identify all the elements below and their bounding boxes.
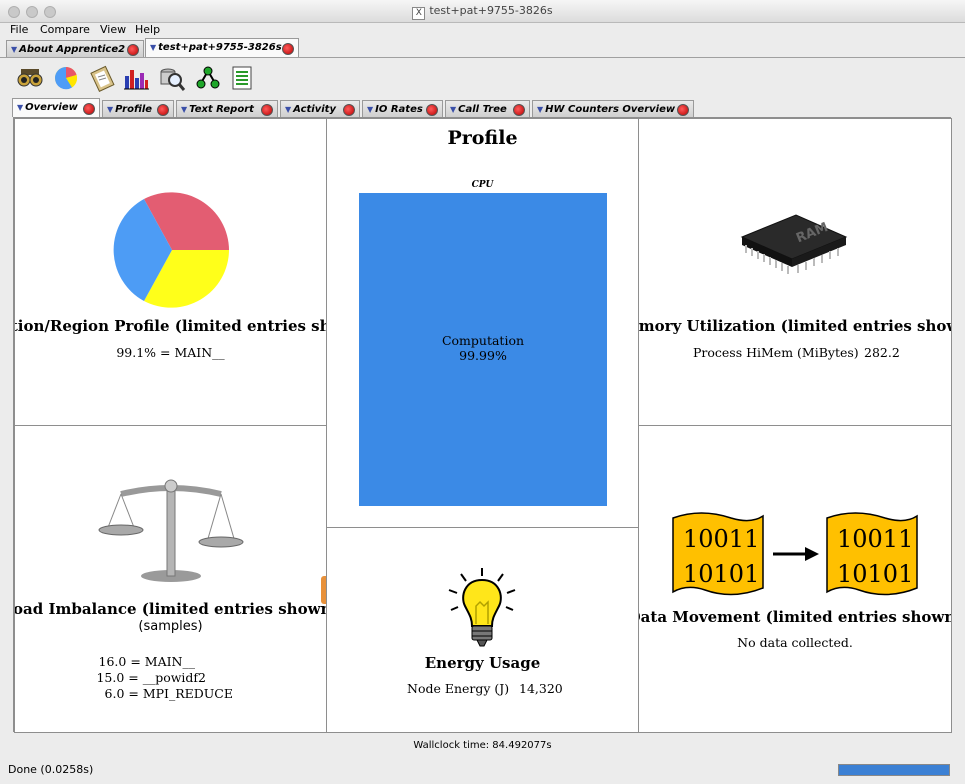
- x11-icon: X: [412, 7, 426, 20]
- load-imbalance-pane[interactable]: Load Imbalance (limited entries shown) (…: [14, 425, 327, 733]
- menu-file[interactable]: File: [10, 23, 28, 36]
- close-tab-icon[interactable]: [83, 103, 95, 115]
- wallclock-time: Wallclock time: 84.492077s: [413, 740, 552, 751]
- tab-test-pat[interactable]: ▼ test+pat+9755-3826s: [145, 38, 299, 57]
- load-imbalance-title: Load Imbalance (limited entries shown): [14, 600, 327, 618]
- tab-label: test+pat+9755-3826s: [158, 42, 282, 53]
- tab-label: Call Tree: [458, 104, 507, 115]
- view-tab-bar: ▼ Overview ▼ Profile ▼ Text Report ▼ Activit…: [0, 98, 965, 118]
- tab-menu-triangle-icon: ▼: [367, 105, 374, 114]
- close-tab-icon[interactable]: [677, 104, 689, 116]
- close-tab-icon[interactable]: [343, 104, 355, 116]
- close-tab-icon[interactable]: [127, 44, 139, 56]
- computation-bar[interactable]: Computation 99.99%: [359, 193, 607, 506]
- histogram-icon[interactable]: [122, 64, 150, 92]
- window-titlebar: Xtest+pat+9755-3826s: [0, 0, 965, 23]
- binary-line: 10011: [683, 525, 760, 553]
- profile-bar-label: CPU: [471, 180, 494, 190]
- tab-label: About Apprentice2: [19, 44, 126, 55]
- pie-chart-icon: [113, 192, 229, 308]
- tab-menu-triangle-icon: ▼: [107, 105, 114, 114]
- energy-value: 14,320: [519, 681, 563, 696]
- function-profile-title: Function/Region Profile (limited entries…: [15, 317, 326, 335]
- tab-label: Activity: [293, 104, 336, 115]
- function-profile-pane[interactable]: Function/Region Profile (limited entries…: [14, 118, 327, 426]
- data-movement-message: No data collected.: [737, 635, 853, 650]
- progress-bar: [838, 764, 950, 776]
- binary-line: 10101: [837, 560, 914, 588]
- tab-activity[interactable]: ▼ Activity: [280, 100, 360, 117]
- menu-help[interactable]: Help: [135, 23, 160, 36]
- energy-title: Energy Usage: [424, 654, 541, 672]
- status-text: Done (0.0258s): [8, 763, 94, 776]
- tab-hw-counters-overview[interactable]: ▼ HW Counters Overview: [532, 100, 694, 117]
- load-imbalance-subtitle: (samples): [138, 619, 203, 634]
- load-imbalance-entry: 16.0 = MAIN__: [98, 654, 195, 669]
- pie-chart-icon[interactable]: [52, 64, 80, 92]
- tab-menu-triangle-icon: ▼: [285, 105, 292, 114]
- tab-label: Text Report: [189, 104, 254, 115]
- tab-menu-triangle-icon: ▼: [11, 45, 18, 54]
- memory-utilization-pane[interactable]: RAM Memory Utilization (limited entries …: [638, 118, 952, 426]
- memory-title: Memory Utilization (limited entries show…: [638, 317, 951, 335]
- tab-menu-triangle-icon: ▼: [450, 105, 457, 114]
- tab-label: IO Rates: [375, 104, 423, 115]
- computation-label: Computation: [441, 333, 525, 348]
- binary-line: 10101: [683, 560, 760, 588]
- tab-menu-triangle-icon: ▼: [17, 103, 24, 112]
- window-title: Xtest+pat+9755-3826s: [0, 4, 965, 20]
- balance-scale-icon: [98, 479, 244, 582]
- memory-value: 282.2: [864, 345, 900, 360]
- tab-menu-triangle-icon: ▼: [537, 105, 544, 114]
- close-tab-icon[interactable]: [157, 104, 169, 116]
- profile-pane[interactable]: Profile CPU Computation 99.99%: [326, 118, 639, 528]
- load-imbalance-entry: 6.0 = MPI_REDUCE: [104, 686, 233, 701]
- data-movement-pane[interactable]: 10011 10101 10011 10101 Data Movement (l…: [638, 425, 952, 733]
- tab-label: Profile: [115, 104, 153, 115]
- tab-menu-triangle-icon: ▼: [181, 105, 188, 114]
- close-tab-icon[interactable]: [261, 104, 273, 116]
- load-imbalance-entry: 15.0 = __powidf2: [96, 670, 206, 685]
- tab-label: HW Counters Overview: [545, 104, 676, 115]
- lightbulb-icon: [448, 568, 516, 647]
- overview-panel: Function/Region Profile (limited entries…: [13, 117, 952, 733]
- tab-menu-triangle-icon: ▼: [150, 43, 157, 52]
- tab-about-apprentice2[interactable]: ▼ About Apprentice2: [6, 40, 144, 57]
- tree-icon[interactable]: [194, 64, 222, 92]
- binary-destination: 10011 10101: [837, 522, 913, 592]
- tab-profile[interactable]: ▼ Profile: [102, 100, 174, 117]
- close-tab-icon[interactable]: [513, 104, 525, 116]
- binary-source: 10011 10101: [683, 522, 759, 592]
- computation-value: 99.99%: [459, 348, 507, 363]
- menu-view[interactable]: View: [100, 23, 126, 36]
- tab-io-rates[interactable]: ▼ IO Rates: [362, 100, 443, 117]
- close-tab-icon[interactable]: [426, 104, 438, 116]
- profile-title: Profile: [447, 127, 518, 149]
- energy-usage-pane[interactable]: Energy Usage Node Energy (J) 14,320: [326, 527, 639, 733]
- binary-line: 10011: [837, 525, 914, 553]
- tab-call-tree[interactable]: ▼ Call Tree: [445, 100, 530, 117]
- menu-compare[interactable]: Compare: [40, 23, 90, 36]
- function-profile-entry: 99.1% = MAIN__: [116, 345, 225, 360]
- progress-fill: [839, 765, 949, 775]
- document-tab-bar: ▼ About Apprentice2 ▼ test+pat+9755-3826s: [0, 38, 965, 58]
- document-list-icon[interactable]: [228, 64, 256, 92]
- tab-label: Overview: [25, 102, 78, 113]
- energy-label: Node Energy (J): [407, 681, 510, 696]
- tab-overview[interactable]: ▼ Overview: [12, 98, 100, 117]
- tab-text-report[interactable]: ▼ Text Report: [176, 100, 278, 117]
- magnifier-database-icon[interactable]: [158, 64, 186, 92]
- window-title-text: test+pat+9755-3826s: [429, 4, 553, 17]
- close-tab-icon[interactable]: [282, 43, 294, 55]
- binoculars-icon[interactable]: [16, 64, 44, 92]
- memory-label: Process HiMem (MiBytes): [693, 345, 859, 360]
- data-movement-title: Data Movement (limited entries shown): [638, 608, 952, 626]
- clipboard-icon[interactable]: [88, 64, 116, 92]
- ram-chip-icon: RAM: [740, 214, 848, 274]
- menubar: File Compare View Help: [0, 22, 965, 38]
